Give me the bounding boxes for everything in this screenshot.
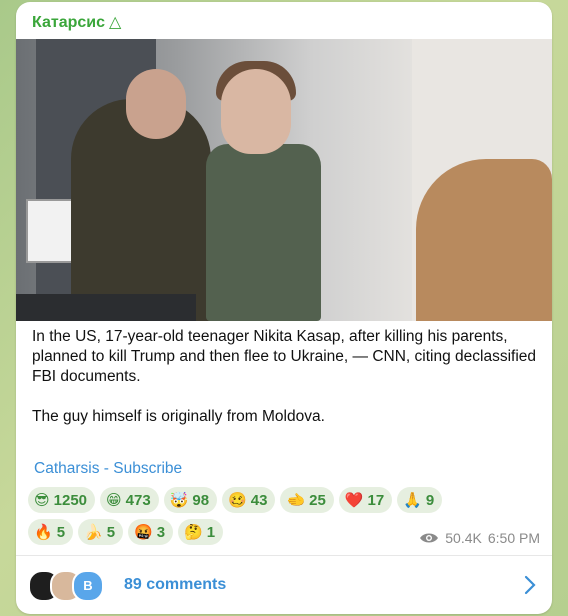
- banana-icon: 🍌: [84, 523, 103, 541]
- reaction-fire[interactable]: 🔥 5: [28, 519, 74, 545]
- reaction-count: 1250: [53, 491, 88, 509]
- photo-woman: [416, 159, 552, 321]
- reaction-count: 5: [56, 523, 66, 541]
- thinking-face-icon: 🤔: [184, 523, 203, 541]
- reaction-thinking[interactable]: 🤔 1: [178, 519, 224, 545]
- reaction-count: 1: [206, 523, 216, 541]
- reaction-pray[interactable]: 🙏 9: [397, 487, 443, 513]
- heart-icon: ❤️: [344, 491, 364, 509]
- comment-avatars: B: [28, 570, 118, 602]
- channel-name[interactable]: Катарсис △: [32, 12, 121, 32]
- reaction-count: 9: [425, 491, 435, 509]
- reaction-count: 43: [250, 491, 268, 509]
- reaction-cool[interactable]: 😎 1250: [28, 487, 96, 513]
- post-time: 6:50 PM: [487, 530, 540, 546]
- reactions-row-1: 😎 1250 😁 473 🤯 98 🥴 43 🫲 25 ❤️ 17 🙏 9: [28, 487, 548, 513]
- reaction-count: 5: [106, 523, 116, 541]
- channel-badge-icon: △: [109, 14, 122, 31]
- avatar: B: [72, 570, 104, 602]
- channel-name-text[interactable]: Катарсис: [32, 14, 105, 31]
- message-card: Катарсис △ In the US, 17-year-old teenage…: [16, 2, 552, 614]
- reaction-heart[interactable]: ❤️ 17: [338, 487, 393, 513]
- grin-face-icon: 😁: [106, 491, 122, 509]
- post-meta: 50.4K 6:50 PM: [419, 530, 540, 546]
- views-eye-icon: [420, 533, 439, 543]
- reaction-mind-blown[interactable]: 🤯 98: [163, 487, 218, 513]
- chevron-right-icon[interactable]: [524, 575, 536, 595]
- fire-icon: 🔥: [34, 523, 53, 541]
- reaction-hand[interactable]: 🫲 25: [280, 487, 334, 513]
- comments-label[interactable]: 89 comments: [124, 576, 226, 594]
- mind-blown-icon: 🤯: [169, 491, 189, 509]
- cool-face-icon: 😎: [34, 491, 50, 509]
- views-count: 50.4K: [445, 530, 482, 546]
- photo-teen-head: [221, 69, 291, 154]
- reaction-count: 25: [309, 491, 326, 509]
- reaction-count: 3: [156, 523, 166, 541]
- post-paragraph-2: The guy himself is originally from Moldo…: [32, 408, 325, 425]
- photo-monitor: [16, 294, 196, 321]
- cursing-face-icon: 🤬: [134, 523, 153, 541]
- reaction-count: 17: [367, 491, 385, 509]
- reaction-count: 473: [125, 491, 151, 509]
- post-paragraph-1: In the US, 17-year-old teenager Nikita K…: [32, 328, 536, 385]
- reaction-woozy[interactable]: 🥴 43: [222, 487, 276, 513]
- hand-icon: 🫲: [286, 491, 306, 509]
- reaction-cursing[interactable]: 🤬 3: [128, 519, 174, 545]
- post-text: In the US, 17-year-old teenager Nikita K…: [32, 327, 536, 427]
- pray-icon: 🙏: [403, 491, 422, 509]
- reaction-banana[interactable]: 🍌 5: [78, 519, 124, 545]
- photo-teen-vest: [206, 144, 321, 321]
- subscribe-link[interactable]: Catharsis - Subscribe: [34, 460, 182, 478]
- comments-bar[interactable]: B 89 comments: [16, 556, 552, 614]
- post-photo[interactable]: [16, 39, 552, 321]
- reaction-grin[interactable]: 😁 473: [100, 487, 159, 513]
- photo-officer-head: [126, 69, 186, 139]
- reaction-count: 98: [192, 491, 210, 509]
- woozy-face-icon: 🥴: [228, 491, 247, 509]
